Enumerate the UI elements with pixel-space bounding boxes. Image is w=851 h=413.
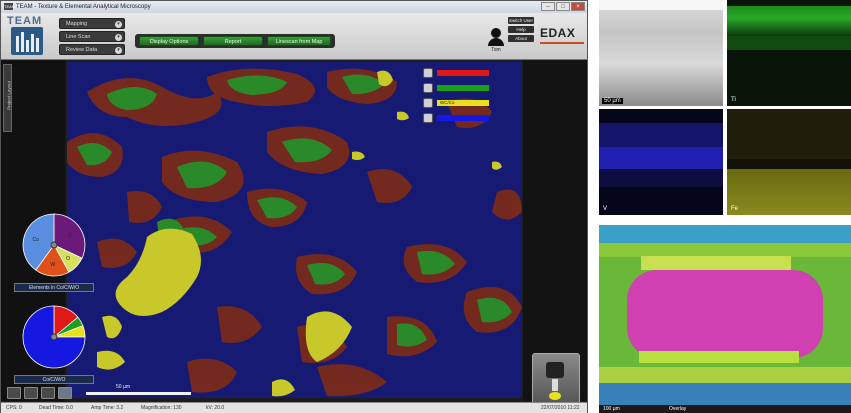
camera-icon[interactable] [532,353,580,405]
eds-element-maps: 50 µm Ti V Fe [599,0,851,215]
app-icon: TEAM [4,3,16,10]
pie-center-pin [50,333,58,341]
v-map: V [599,109,723,215]
review-data-label: Review Data [66,47,98,53]
datetime-readout: 22/07/2010 11:22 [541,405,580,411]
pie-slice-label: W [50,262,55,268]
kv-readout: kV: 20.0 [206,405,225,411]
legend-swatch [437,115,489,121]
cps-readout: CPS: 0 [6,405,22,411]
gear-icon[interactable] [423,98,433,108]
toolbar: TEAM Mapping ▾ Line Scan ▾ Review Data ▾… [1,13,587,60]
right-panel [523,60,587,401]
user-avatar[interactable]: Tom [487,28,505,53]
mapping-dropdown[interactable]: Mapping ▾ [59,18,125,29]
linescan-from-map-button[interactable]: Linescan from Map [267,36,331,46]
maximize-button[interactable]: □ [556,2,570,11]
pie-center-pin [50,241,58,249]
tool-icon[interactable] [41,387,55,399]
title-bar: TEAM TEAM - Texture & Elemental Analytic… [1,1,587,13]
element-pie-chart[interactable]: C O W Co [20,211,88,279]
pie-slice-label: C [68,233,72,239]
chevron-down-icon: ▾ [115,46,122,54]
project-layout-label: Project Layout [6,81,12,110]
chevron-down-icon: ▾ [115,20,122,28]
ti-map: Ti [727,0,851,106]
pie-label: Elements in Co/C/W/O [14,283,94,292]
pie-slice-label: O [66,256,70,262]
mapping-label: Mapping [66,21,88,27]
team-logo: TEAM [7,15,51,57]
element-label-fe: Fe [731,206,739,212]
legend-swatch [437,85,489,91]
logo-icon [11,27,43,55]
help-button[interactable]: Help [508,26,534,33]
project-layout-tab[interactable]: Project Layout [3,64,12,132]
line-scan-label: Line Scan [66,34,91,40]
close-button[interactable]: × [571,2,585,11]
user-name: Tom [491,47,501,53]
phase-map-image [67,68,522,397]
sem-image: 50 µm [599,0,723,106]
report-button[interactable]: Report [203,36,263,46]
fe-map: Fe [727,109,851,215]
scale-label: 50 µm [116,384,130,390]
review-data-dropdown[interactable]: Review Data ▾ [59,44,125,55]
overlay-label: Overlay [669,406,687,412]
window-title: TEAM - Texture & Elemental Analytical Mi… [16,4,151,10]
brand-underline [540,42,584,44]
gear-icon[interactable] [423,83,433,93]
overlay-map: 100 µm Overlay [599,225,851,413]
pie-label: Co/C/W/O [14,375,94,384]
legend-swatch: WC/Co [437,100,489,106]
phase-map[interactable]: WC/Co [67,62,522,398]
phase-pie-chart[interactable] [20,303,88,371]
element-label-ti: Ti [731,97,736,103]
display-options-button[interactable]: Display Options [139,36,199,46]
element-label-v: V [603,206,608,212]
tool-icon[interactable] [24,387,38,399]
edax-brand: EDAX [540,26,576,40]
magnification-readout: Magnification: 130 [141,405,182,411]
scale-bar: 50 µm [86,384,196,398]
tool-icon[interactable] [58,387,72,399]
pie-slice-label: Co [33,237,40,243]
line-scan-dropdown[interactable]: Line Scan ▾ [59,31,125,42]
gear-icon[interactable] [423,113,433,123]
switch-user-button[interactable]: Switch User [508,17,534,24]
user-icon [491,28,501,38]
dead-time-readout: Dead Time: 0.0 [39,405,73,411]
legend-swatch [437,70,489,76]
amp-time-readout: Amp Time: 3.2 [91,405,124,411]
logo-text: TEAM [7,15,43,27]
action-button-group: Display Options Report Linescan from Map [135,34,335,48]
status-bar: CPS: 0 Dead Time: 0.0 Amp Time: 3.2 Magn… [1,402,587,413]
tool-icon[interactable] [7,387,21,399]
minimize-button[interactable]: – [541,2,555,11]
gear-icon[interactable] [423,68,433,78]
chevron-down-icon: ▾ [115,33,122,41]
overlay-scale-label: 100 µm [603,406,620,412]
team-application-window: TEAM TEAM - Texture & Elemental Analytic… [0,0,588,413]
about-button[interactable]: About [508,35,534,42]
scale-label: 50 µm [602,98,623,104]
